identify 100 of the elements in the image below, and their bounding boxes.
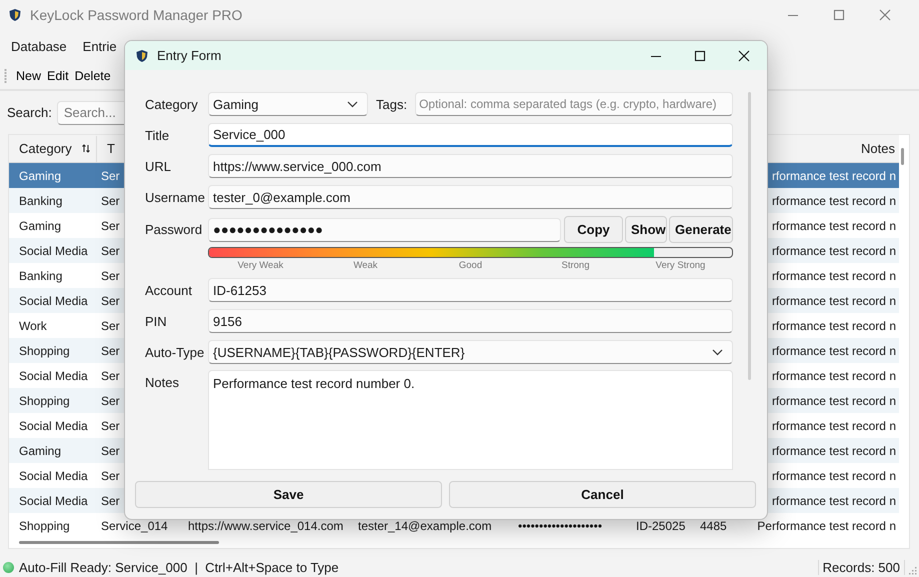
table-cell-text: Shopping — [18, 518, 70, 532]
table-cell-text: Gaming — [18, 218, 62, 232]
table-cell-text: rformance test record n — [772, 268, 897, 282]
strength-label: Strong — [560, 260, 590, 271]
table-cell-text: Ser — [100, 168, 120, 182]
table-cell-text: Performance test record n — [757, 518, 897, 532]
table-cell-text: rformance test record n — [772, 244, 897, 258]
table-cell-text: Ser — [100, 194, 120, 208]
table-cell-text: ID-25025 — [635, 518, 686, 532]
table-cell-text: https://www.service_014.com — [187, 518, 344, 532]
strength-label: Very Weak — [236, 260, 284, 271]
table-cell-text: Ser — [100, 344, 120, 358]
app-icon — [8, 8, 22, 22]
category-dropdown[interactable]: Gaming — [208, 92, 368, 116]
field-label: Username — [145, 190, 206, 204]
chevron-down-icon — [712, 348, 723, 356]
password-field[interactable]: ●●●●●●●●●●●●●● — [208, 218, 561, 242]
text-field[interactable]: https://www.service_000.com — [208, 154, 733, 178]
table-cell-text: Social Media — [18, 368, 88, 382]
table-cell-text: Ser — [100, 444, 120, 458]
field-label: Password — [145, 222, 204, 237]
auto-type-dropdown[interactable]: {USERNAME}{TAB}{PASSWORD}{ENTER} — [208, 340, 733, 364]
password-button[interactable]: Generate — [669, 216, 733, 243]
table-cell-text: rformance test record n — [772, 344, 897, 358]
table-cell-text: Ser — [100, 494, 120, 508]
table-cell-text: 4485 — [699, 518, 727, 532]
dialog-button[interactable]: Cancel — [449, 481, 756, 508]
text-field[interactable]: tester_0@example.com — [208, 185, 733, 209]
password-button[interactable]: Show — [625, 216, 667, 243]
status-message: Auto-Fill Ready: Service_000 | Ctrl+Alt+Space to Type — [19, 560, 339, 575]
field-label: Auto-Type — [145, 344, 206, 360]
field-label: Tags: — [376, 96, 408, 112]
table-cell-text: rformance test record n — [772, 394, 897, 408]
text-field[interactable]: ID-61253 — [208, 278, 733, 302]
password-button[interactable]: Copy — [564, 216, 623, 243]
status-dot-icon — [3, 562, 14, 573]
table-cell-text: Social Media — [18, 244, 88, 258]
table-cell-text: rformance test record n — [772, 368, 897, 382]
chevron-down-icon — [347, 100, 358, 108]
tags-field[interactable]: Optional: comma separated tags (e.g. crypto, hardware) — [415, 92, 733, 116]
table-cell-text: Ser — [100, 468, 120, 482]
menu-item[interactable]: Entrie — [82, 38, 117, 54]
toolbar-button[interactable]: Delete — [72, 66, 114, 84]
record-count: Records: 500 — [818, 560, 905, 575]
field-label: URL — [145, 158, 172, 174]
toolbar-button[interactable]: New — [13, 66, 44, 84]
table-cell-text: Ser — [100, 318, 120, 332]
table-cell-text: rformance test record n — [772, 468, 897, 482]
field-label: PIN — [145, 314, 168, 328]
table-cell-text: Ser — [100, 394, 120, 408]
table-cell-text: Social Media — [18, 468, 88, 482]
dialog-title: Entry Form — [157, 48, 222, 63]
field-label: Title — [145, 128, 170, 142]
table-cell-text: rformance test record n — [772, 168, 897, 182]
table-cell-text: Ser — [100, 244, 120, 258]
table-cell-text: Gaming — [18, 168, 62, 182]
table-cell-text: Banking — [18, 194, 62, 208]
table-cell-text: rformance test record n — [772, 418, 897, 432]
table-cell-text: Ser — [100, 418, 120, 432]
scrollbar-track[interactable] — [748, 92, 751, 380]
text-field[interactable]: 9156 — [208, 309, 733, 333]
sort-icon — [82, 144, 90, 153]
table-cell-text: rformance test record n — [772, 494, 897, 508]
field-label: Account — [145, 282, 193, 298]
table-cell-text: Social Media — [18, 494, 88, 508]
table-cell-text: Work — [18, 318, 47, 332]
table-cell-text: rformance test record n — [772, 444, 897, 458]
field-label: Notes — [145, 374, 180, 390]
text-field[interactable]: Service_000 — [208, 123, 733, 147]
dialog-icon — [135, 48, 149, 62]
strength-label: Weak — [352, 260, 379, 271]
table-cell-text: Service_014 — [100, 518, 168, 532]
table-cell-text: Ser — [100, 294, 120, 308]
table-cell-text: rformance test record n — [772, 294, 897, 308]
table-cell-text: Shopping — [18, 394, 70, 408]
toolbar-button[interactable]: Edit — [44, 66, 72, 84]
toolbar-grip-icon — [4, 68, 7, 84]
table-cell-text: Social Media — [18, 294, 88, 308]
table-cell-text: Social Media — [18, 418, 88, 432]
scrollbar-thumb[interactable] — [19, 541, 219, 544]
table-cell-text: Banking — [18, 268, 62, 282]
table-cell-text: Ser — [100, 368, 120, 382]
notes-field[interactable]: Performance test record number 0. — [208, 370, 733, 470]
search-label: Search: — [7, 105, 52, 120]
scrollbar-thumb[interactable] — [901, 148, 904, 165]
dialog-button[interactable]: Save — [135, 481, 442, 508]
table-cell-text: •••••••••••••••••••• — [517, 518, 602, 532]
maximize-icon[interactable] — [694, 50, 706, 62]
table-cell-text: Gaming — [18, 444, 62, 458]
table-cell-text: rformance test record n — [772, 194, 897, 208]
menu-item[interactable]: Database — [11, 38, 67, 54]
window-title: KeyLock Password Manager PRO — [30, 7, 242, 23]
strength-label: Good — [458, 260, 484, 271]
table-cell-text: Ser — [100, 268, 120, 282]
field-label: Category — [145, 96, 199, 112]
close-icon[interactable] — [738, 50, 750, 62]
strength-label: Very Strong — [654, 260, 706, 271]
resize-grip-icon — [909, 567, 917, 575]
table-cell-text: tester_14@example.com — [357, 518, 492, 532]
table-cell-text: Ser — [100, 218, 120, 232]
